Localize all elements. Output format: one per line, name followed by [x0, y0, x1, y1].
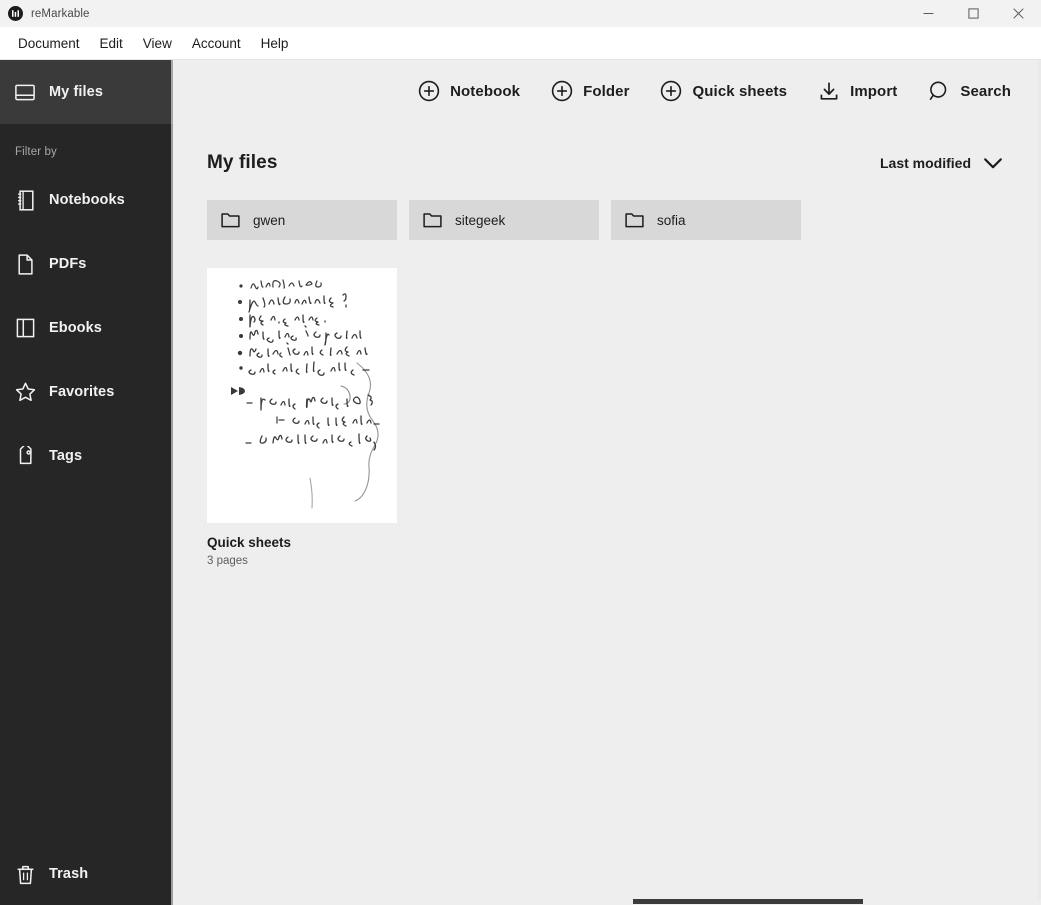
sidebar-item-favorites[interactable]: Favorites	[0, 360, 173, 424]
sidebar-item-ebooks[interactable]: Ebooks	[0, 296, 173, 360]
document-card-quick-sheets[interactable]: Quick sheets 3 pages	[207, 268, 397, 567]
new-quick-sheets-button[interactable]: Quick sheets	[660, 80, 788, 103]
file-browser-content: My files Last modified gwen sitegeek sof…	[173, 122, 1041, 905]
plus-circle-icon	[417, 80, 440, 103]
menu-bar: Document Edit View Account Help	[0, 27, 1041, 60]
sidebar-item-tags[interactable]: Tags	[0, 424, 173, 488]
menu-item-account[interactable]: Account	[183, 32, 250, 55]
import-button[interactable]: Import	[817, 80, 897, 103]
horizontal-scrollbar-track[interactable]	[173, 899, 1041, 905]
maximize-icon[interactable]	[951, 0, 996, 27]
plus-circle-icon	[550, 80, 573, 103]
sidebar-item-notebooks[interactable]: Notebooks	[0, 168, 173, 232]
sidebar-item-label-ebooks: Ebooks	[49, 320, 102, 336]
menu-item-view[interactable]: View	[134, 32, 181, 55]
folder-name: gwen	[253, 212, 286, 228]
close-icon[interactable]	[996, 0, 1041, 27]
sort-dropdown[interactable]: Last modified	[880, 153, 1003, 173]
new-quick-sheets-label: Quick sheets	[692, 82, 788, 100]
folder-icon	[221, 211, 240, 230]
menu-item-document[interactable]: Document	[9, 32, 89, 55]
sidebar: My files Filter by Notebooks PDFs Ebooks…	[0, 60, 173, 905]
folder-icon	[625, 211, 644, 230]
sidebar-item-my-files[interactable]: My files	[0, 60, 173, 124]
title-bar: reMarkable	[0, 0, 1041, 27]
menu-item-help[interactable]: Help	[252, 32, 298, 55]
search-button[interactable]: Search	[927, 80, 1011, 103]
folder-name: sitegeek	[455, 212, 506, 228]
my-files-icon	[14, 81, 36, 103]
sidebar-item-label-trash: Trash	[49, 866, 89, 882]
plus-circle-icon	[660, 80, 683, 103]
horizontal-scrollbar-thumb[interactable]	[633, 899, 863, 904]
document-name: Quick sheets	[207, 535, 292, 550]
folder-card-sofia[interactable]: sofia	[611, 200, 801, 240]
folder-grid: gwen sitegeek sofia	[207, 200, 1011, 240]
sidebar-filter-heading: Filter by	[15, 146, 57, 158]
tag-icon	[14, 445, 36, 467]
ebook-icon	[14, 317, 36, 339]
sidebar-item-label-pdfs: PDFs	[49, 256, 87, 272]
search-label: Search	[960, 82, 1011, 100]
document-page-count: 3 pages	[207, 555, 248, 567]
action-toolbar: Notebook Folder Quick sheets Import Sear…	[173, 60, 1041, 122]
sort-dropdown-label: Last modified	[879, 155, 971, 171]
sidebar-item-label-my-files: My files	[49, 84, 103, 100]
handwritten-notes-thumbnail[interactable]	[207, 268, 397, 523]
pdf-page-icon	[14, 253, 36, 275]
menu-item-edit[interactable]: Edit	[91, 32, 132, 55]
import-label: Import	[850, 82, 898, 100]
content-header: My files Last modified	[207, 152, 1011, 174]
main-panel: Notebook Folder Quick sheets Import Sear…	[173, 60, 1041, 905]
window-controls	[906, 0, 1041, 27]
sidebar-item-label-tags: Tags	[49, 448, 83, 464]
trash-icon	[14, 863, 36, 885]
minimize-icon[interactable]	[906, 0, 951, 27]
sidebar-item-trash[interactable]: Trash	[0, 843, 173, 905]
search-icon	[927, 80, 950, 103]
page-title: My files	[207, 152, 278, 173]
new-folder-button[interactable]: Folder	[550, 80, 629, 103]
new-notebook-button[interactable]: Notebook	[417, 80, 520, 103]
star-icon	[14, 381, 36, 403]
import-download-icon	[817, 80, 840, 103]
app-title: reMarkable	[31, 7, 90, 20]
remarkable-app-window: reMarkable Document Edit View Account He…	[0, 0, 1041, 905]
new-notebook-label: Notebook	[450, 82, 521, 100]
title-bar-left: reMarkable	[0, 6, 90, 21]
folder-name: sofia	[657, 212, 686, 228]
folder-card-sitegeek[interactable]: sitegeek	[409, 200, 599, 240]
app-body: My files Filter by Notebooks PDFs Ebooks…	[0, 60, 1041, 905]
folder-icon	[423, 211, 442, 230]
document-grid: Quick sheets 3 pages	[207, 268, 1011, 567]
remarkable-logo-icon	[8, 6, 23, 21]
notebook-icon	[14, 189, 36, 211]
sidebar-item-label-notebooks: Notebooks	[49, 192, 125, 208]
chevron-down-icon	[983, 153, 1003, 173]
sidebar-item-pdfs[interactable]: PDFs	[0, 232, 173, 296]
folder-card-gwen[interactable]: gwen	[207, 200, 397, 240]
new-folder-label: Folder	[583, 82, 630, 100]
sidebar-item-label-favorites: Favorites	[49, 384, 115, 400]
